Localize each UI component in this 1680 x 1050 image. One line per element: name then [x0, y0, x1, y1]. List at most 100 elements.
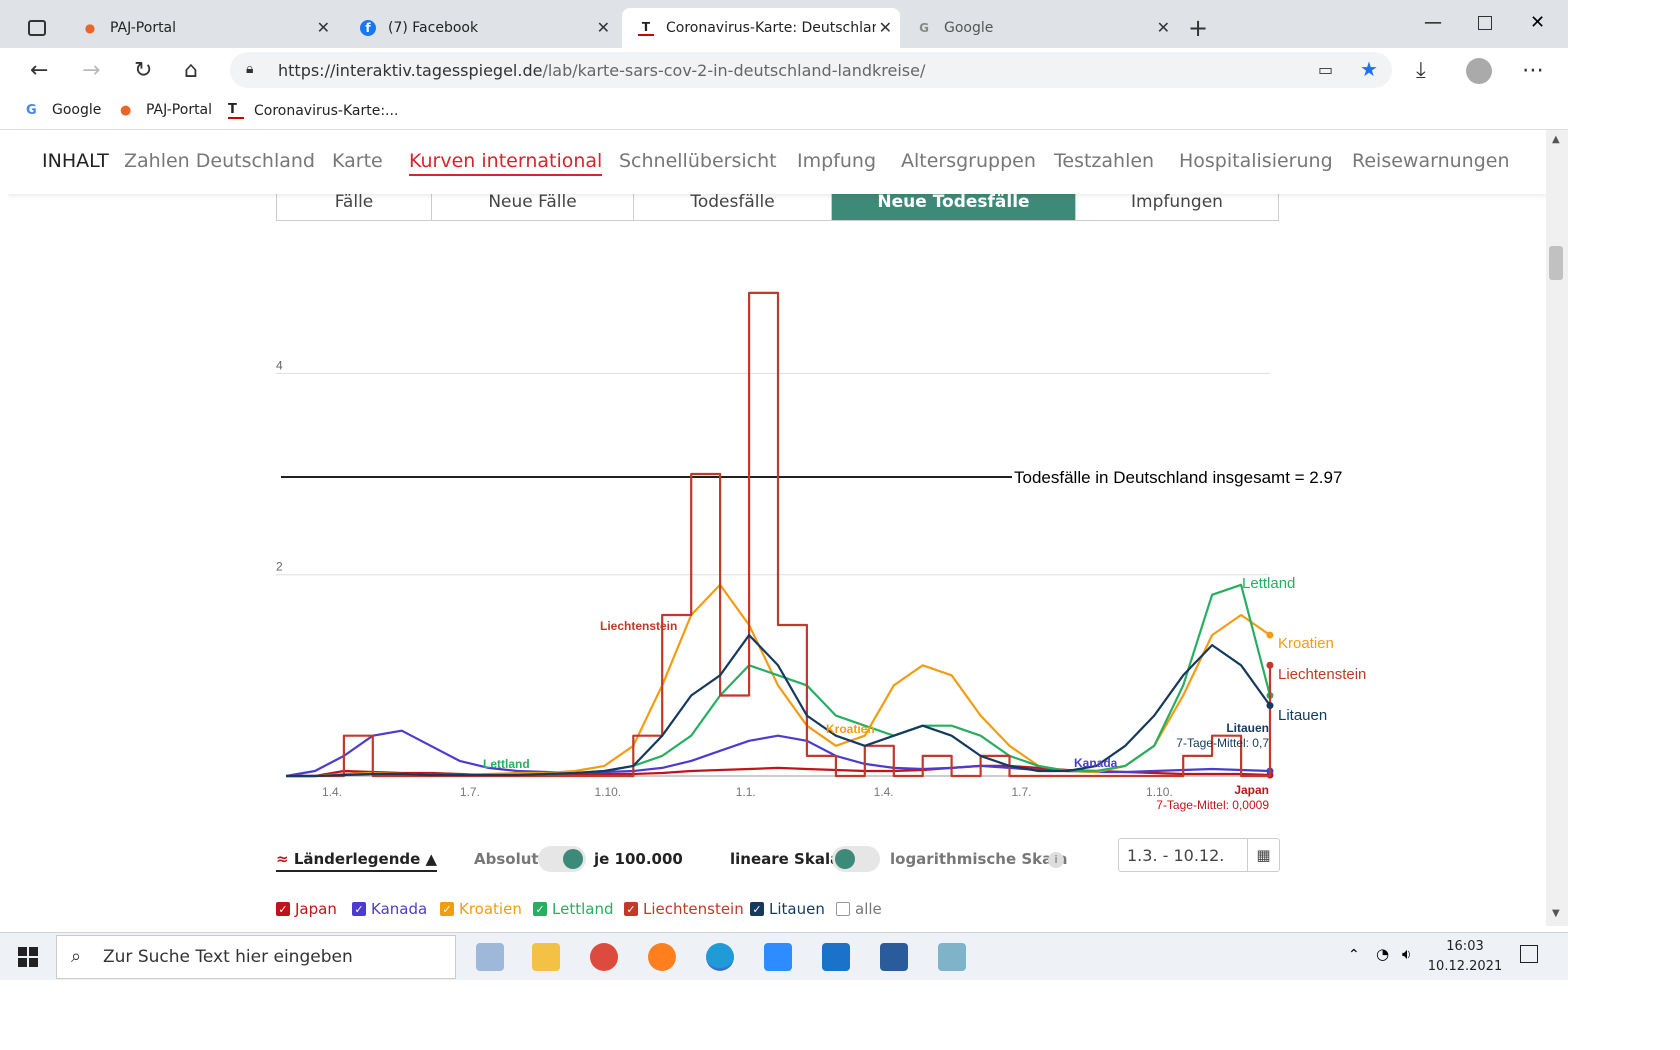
country-legend-toggle[interactable]: ≈ Länderlegende ▲ [276, 850, 438, 872]
date-range-input[interactable]: 1.3. - 10.12. ▦ [1118, 838, 1280, 872]
close-icon[interactable]: ✕ [597, 18, 610, 37]
wifi-icon[interactable]: ◔ [1376, 945, 1389, 963]
tab-actions-icon[interactable] [28, 20, 46, 36]
checkbox-box[interactable]: ✓ [276, 902, 290, 916]
bookmark-label: PAJ-Portal [146, 102, 213, 118]
nav-impfung[interactable]: Impfung [797, 150, 876, 172]
x-tick-label: 1.7. [460, 785, 480, 799]
checkbox-label: alle [855, 900, 882, 918]
calendar-icon[interactable]: ▦ [1247, 839, 1279, 871]
checkbox-box[interactable]: ✓ [440, 902, 454, 916]
facebook-icon: f [360, 20, 376, 36]
bookmark-paj-portal[interactable]: ● PAJ-Portal [120, 102, 212, 118]
home-icon[interactable]: ⌂ [184, 58, 198, 83]
close-icon[interactable]: ✕ [1157, 18, 1170, 37]
series-line-liechtenstein [286, 291, 1272, 778]
favorite-star-icon[interactable]: ★ [1360, 57, 1378, 81]
checkbox-box[interactable] [836, 902, 850, 916]
scroll-thumb[interactable] [1549, 246, 1563, 280]
checkbox-box[interactable]: ✓ [624, 902, 638, 916]
maximize-button[interactable] [1478, 16, 1492, 30]
checkbox-alle[interactable]: alle [836, 900, 882, 918]
zoom-icon[interactable] [764, 943, 792, 971]
annotation-japan-mean: 7-Tage-Mittel: 0,0009 [1156, 798, 1269, 812]
tab-google[interactable]: G Google ✕ [900, 8, 1178, 48]
x-tick-label: 1.4. [874, 785, 894, 799]
close-window-button[interactable]: ✕ [1530, 12, 1545, 33]
notes-icon[interactable] [938, 943, 966, 971]
bookmark-coronavirus-karte[interactable]: T Coronavirus-Karte:... [228, 102, 398, 119]
tab-paj-portal[interactable]: ● PAJ-Portal ✕ [66, 8, 338, 48]
windows-start-icon[interactable] [18, 947, 38, 967]
series-end-label: Lettland [1242, 575, 1295, 592]
laptop-app-icon[interactable] [476, 943, 504, 971]
chart: 2 4 1.4. 1.7. 1.10. 1.1. 1.4. 1.7. 1.10. Todesfäl… [276, 291, 1366, 812]
clock[interactable]: 16:03 10.12.2021 [1420, 937, 1510, 977]
checkbox-label: Kanada [371, 900, 428, 918]
scale-toggle[interactable] [832, 846, 880, 872]
annotation-kanada: Kanada [1074, 756, 1118, 770]
nav-schnelluebersicht[interactable]: Schnellübersicht [619, 150, 777, 172]
nav-reisewarnungen[interactable]: Reisewarnungen [1352, 150, 1509, 172]
tagesspiegel-icon: T [638, 20, 654, 36]
page-scrollbar[interactable]: ▲ ▼ [1546, 130, 1568, 926]
nav-altersgruppen[interactable]: Altersgruppen [901, 150, 1036, 172]
nav-kurven-international[interactable]: Kurven international [409, 150, 603, 176]
close-icon[interactable]: ✕ [317, 18, 330, 37]
reload-icon[interactable]: ↻ [134, 58, 152, 83]
back-arrow-icon[interactable]: ← [30, 58, 48, 83]
scroll-up-icon[interactable]: ▲ [1552, 134, 1560, 145]
absolut-per-capita-toggle[interactable] [538, 846, 586, 872]
inhalt-label: INHALT [42, 150, 109, 172]
google-icon: G [26, 102, 37, 118]
tab-label: Coronavirus-Karte: Deutschland [666, 20, 876, 36]
scroll-down-icon[interactable]: ▼ [1552, 908, 1560, 919]
google-icon: G [919, 21, 929, 35]
checkbox-box[interactable]: ✓ [352, 902, 366, 916]
url-field[interactable]: 🔒︎ https://interaktiv.tagesspiegel.de/la… [230, 52, 1392, 88]
reader-view-icon[interactable]: ▭ [1318, 60, 1333, 79]
edge-icon[interactable] [706, 943, 734, 971]
checkbox-japan[interactable]: ✓ Japan [276, 900, 337, 918]
checkbox-lettland[interactable]: ✓ Lettland [533, 900, 613, 918]
tab-facebook[interactable]: f (7) Facebook ✕ [344, 8, 618, 48]
lock-icon[interactable]: 🔒︎ [246, 61, 253, 77]
taskbar-search-input[interactable]: ⌕ Zur Suche Text hier eingeben [56, 935, 456, 979]
minimize-button[interactable]: — [1424, 12, 1442, 33]
checkbox-box[interactable]: ✓ [750, 902, 764, 916]
nav-zahlen-deutschland[interactable]: Zahlen Deutschland [124, 150, 315, 172]
checkbox-litauen[interactable]: ✓ Litauen [750, 900, 825, 918]
forward-arrow-icon[interactable]: → [82, 58, 100, 83]
mail-icon[interactable] [822, 943, 850, 971]
tab-label: PAJ-Portal [110, 20, 177, 36]
chevron-up-icon[interactable]: ⌃ [1348, 947, 1360, 963]
file-explorer-icon[interactable] [532, 943, 560, 971]
avatar[interactable] [1466, 58, 1492, 84]
new-tab-button[interactable]: + [1188, 14, 1208, 42]
location-pin-icon: ● [120, 102, 132, 118]
notifications-icon[interactable] [1520, 945, 1538, 963]
checkbox-kroatien[interactable]: ✓ Kroatien [440, 900, 522, 918]
tab-label: Google [944, 20, 994, 36]
info-icon[interactable]: i [1048, 852, 1064, 868]
nav-karte[interactable]: Karte [332, 150, 383, 172]
download-icon[interactable]: ⤓ [1416, 58, 1426, 83]
nav-testzahlen[interactable]: Testzahlen [1054, 150, 1154, 172]
firefox-icon[interactable] [648, 943, 676, 971]
web-page: INHALT Zahlen Deutschland Karte Kurven i… [8, 130, 1546, 926]
linear-scale-label: lineare Skala [730, 850, 841, 868]
chrome-icon[interactable] [590, 943, 618, 971]
checkbox-label: Kroatien [459, 900, 522, 918]
bookmark-google[interactable]: G Google [26, 102, 101, 118]
checkbox-box[interactable]: ✓ [533, 902, 547, 916]
close-icon[interactable]: ✕ [879, 18, 892, 37]
volume-icon[interactable]: 🔉︎ [1402, 945, 1411, 963]
photos-icon[interactable] [880, 943, 908, 971]
more-menu-icon[interactable]: ⋯ [1522, 58, 1544, 83]
address-bar-row: ← → ↻ ⌂ 🔒︎ https://interaktiv.tagesspieg… [0, 48, 1568, 92]
checkbox-kanada[interactable]: ✓ Kanada [352, 900, 427, 918]
series-line-litauen [286, 634, 1271, 778]
checkbox-liechtenstein[interactable]: ✓ Liechtenstein [624, 900, 744, 918]
nav-hospitalisierung[interactable]: Hospitalisierung [1179, 150, 1333, 172]
tab-coronavirus-karte[interactable]: T Coronavirus-Karte: Deutschland ✕ [622, 8, 900, 48]
